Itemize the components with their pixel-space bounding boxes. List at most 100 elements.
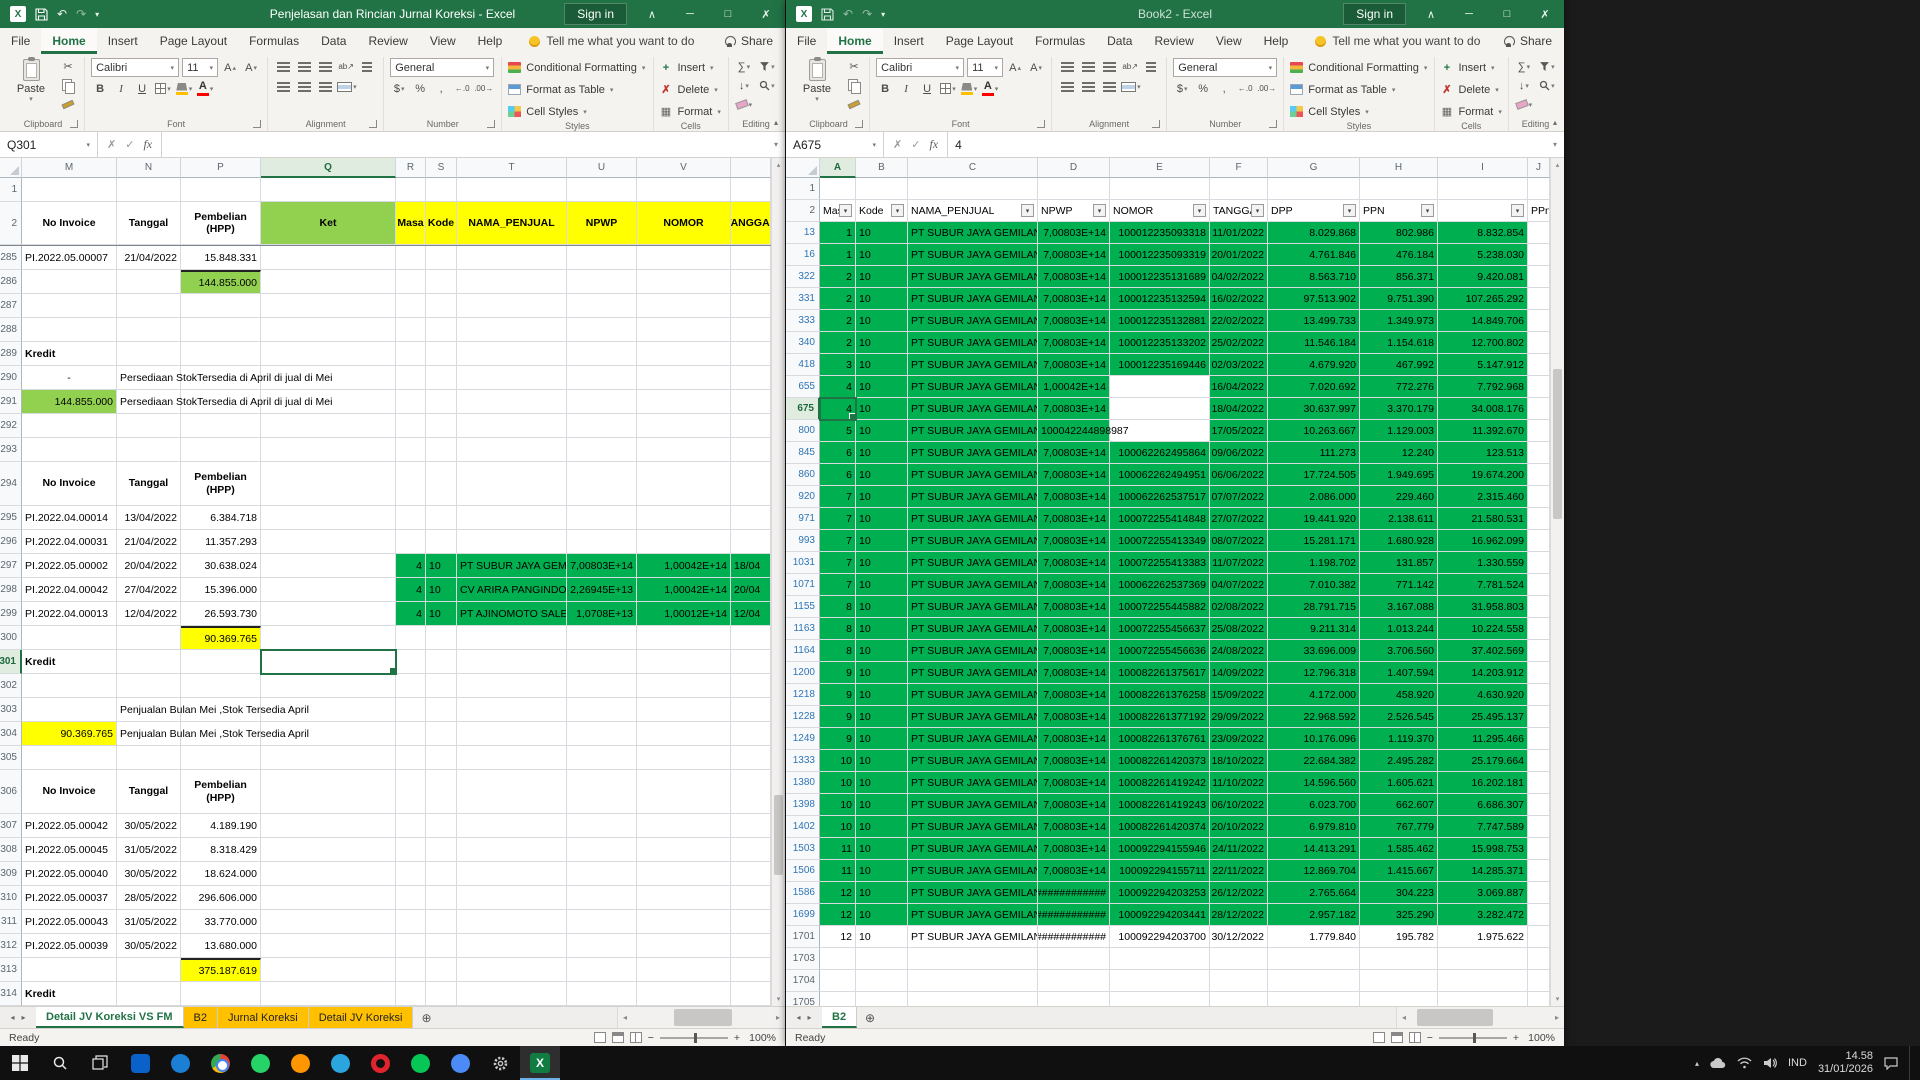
sheet-tab-b2[interactable]: B2 [184, 1007, 218, 1028]
cell[interactable]: 1.605.621 [1360, 772, 1438, 794]
tab-data[interactable]: Data [1096, 28, 1143, 54]
tell-me-search[interactable]: Tell me what you want to do [1315, 28, 1480, 54]
redo-icon[interactable]: ↷ [862, 7, 872, 21]
sheet-tab-b2[interactable]: B2 [822, 1007, 857, 1028]
cell[interactable] [261, 414, 396, 438]
cell[interactable] [457, 462, 567, 506]
cell[interactable]: 100012235132594 [1110, 288, 1210, 310]
cell[interactable]: 8.029.868 [1268, 222, 1360, 244]
cell[interactable]: 6.384.718 [181, 506, 261, 530]
cell[interactable] [637, 814, 731, 838]
cell[interactable]: PT SUBUR JAYA GEMILANG [908, 288, 1038, 310]
cell[interactable]: 19.441.920 [1268, 508, 1360, 530]
cell[interactable] [396, 626, 426, 650]
cell[interactable] [731, 838, 771, 862]
cell[interactable]: 5.238.030 [1438, 244, 1528, 266]
column-header[interactable]: N [117, 158, 181, 178]
font-dialog-launcher-icon[interactable] [253, 120, 261, 128]
cell[interactable] [731, 342, 771, 366]
cell[interactable] [457, 838, 567, 862]
row-number[interactable]: 312 [0, 934, 22, 958]
cell[interactable]: PI.2022.05.00043 [22, 910, 117, 934]
share-button[interactable]: Share [725, 28, 773, 54]
cell[interactable] [426, 886, 457, 910]
cell[interactable] [637, 414, 731, 438]
select-all-corner[interactable] [0, 158, 22, 178]
cell[interactable]: 27/04/2022 [117, 578, 181, 602]
cell[interactable]: PI.2022.04.00014 [22, 506, 117, 530]
zoom-in-icon[interactable]: + [1513, 1032, 1519, 1044]
increase-decimal-icon[interactable]: ←.0 [453, 80, 471, 97]
filter-button[interactable]: ▾ [1093, 204, 1106, 217]
cell[interactable] [181, 342, 261, 366]
cell[interactable]: NAMA_PENJUAL [457, 202, 567, 245]
row-number[interactable]: 302 [0, 674, 22, 698]
cell[interactable] [637, 506, 731, 530]
cell[interactable]: 10 [856, 530, 908, 552]
align-middle-icon[interactable] [295, 58, 313, 75]
cell[interactable] [1528, 662, 1550, 684]
cell[interactable]: PT SUBUR JAYA GEMILANG [908, 398, 1038, 420]
cell[interactable] [908, 970, 1038, 992]
cell[interactable]: 09/06/2022 [1210, 442, 1268, 464]
cell[interactable] [117, 982, 181, 1006]
cell[interactable] [1528, 442, 1550, 464]
cell[interactable]: PT SUBUR JAYA GEMILANG [908, 354, 1038, 376]
cell[interactable]: 15.396.000 [181, 578, 261, 602]
cell[interactable]: 10 [856, 552, 908, 574]
cell[interactable]: 7,00803E+14 [1038, 860, 1110, 882]
cell[interactable]: 7,00803E+14 [1038, 266, 1110, 288]
cell[interactable]: 10 [820, 794, 856, 816]
cell[interactable]: 18/10/2022 [1210, 750, 1268, 772]
filter-button[interactable]: ▾ [891, 204, 904, 217]
cell[interactable]: 100082261375617 [1110, 662, 1210, 684]
cell[interactable]: PT SUBUR JAYA GEMILAN [908, 926, 1038, 948]
cell[interactable] [908, 948, 1038, 970]
cell[interactable]: 14/09/2022 [1210, 662, 1268, 684]
taskbar-mail-icon[interactable] [120, 1046, 160, 1080]
cell[interactable] [637, 390, 731, 414]
cell[interactable]: 1,00042E+14 [1038, 376, 1110, 398]
cell[interactable] [1528, 222, 1550, 244]
cell[interactable] [396, 366, 426, 390]
sheet-tab-detail-jv-koreksi[interactable]: Detail JV Koreksi [309, 1007, 414, 1028]
cell[interactable] [567, 862, 637, 886]
clipboard-dialog-launcher-icon[interactable] [70, 120, 78, 128]
cell[interactable] [426, 342, 457, 366]
cell[interactable] [181, 178, 261, 202]
minimize-button[interactable]: ─ [671, 0, 709, 28]
cell[interactable] [637, 270, 731, 294]
row-number[interactable]: 305 [0, 746, 22, 770]
row-number[interactable]: 1402 [786, 816, 820, 838]
cell[interactable] [22, 294, 117, 318]
clipboard-dialog-launcher-icon[interactable] [855, 120, 863, 128]
cell[interactable]: 10 [856, 640, 908, 662]
font-size-select[interactable]: 11▾ [182, 58, 218, 77]
cell[interactable]: 4 [396, 554, 426, 578]
cell[interactable] [261, 958, 396, 982]
cell[interactable]: 375.187.619 [181, 958, 261, 982]
cell[interactable]: 11/01/2022 [1210, 222, 1268, 244]
cell[interactable]: Pembelian (HPP) [181, 462, 261, 506]
cell[interactable] [1528, 816, 1550, 838]
cell[interactable] [1528, 596, 1550, 618]
scroll-left-icon[interactable]: ◂ [618, 1007, 632, 1028]
formula-input[interactable] [162, 132, 767, 157]
cell[interactable] [181, 294, 261, 318]
cell[interactable] [637, 886, 731, 910]
cell[interactable] [637, 770, 731, 814]
cell[interactable] [731, 650, 771, 674]
cell[interactable]: 27/07/2022 [1210, 508, 1268, 530]
decrease-decimal-icon[interactable]: .00→ [474, 80, 493, 97]
cell[interactable] [637, 934, 731, 958]
cell[interactable] [567, 958, 637, 982]
align-left-icon[interactable] [1058, 78, 1076, 95]
cell[interactable]: 30/05/2022 [117, 934, 181, 958]
cell[interactable]: 1.975.622 [1438, 926, 1528, 948]
cell[interactable] [637, 530, 731, 554]
cell[interactable] [1528, 904, 1550, 926]
cell[interactable]: 7 [820, 574, 856, 596]
cell[interactable]: 8 [820, 640, 856, 662]
cell[interactable] [396, 650, 426, 674]
tab-view[interactable]: View [419, 28, 467, 54]
